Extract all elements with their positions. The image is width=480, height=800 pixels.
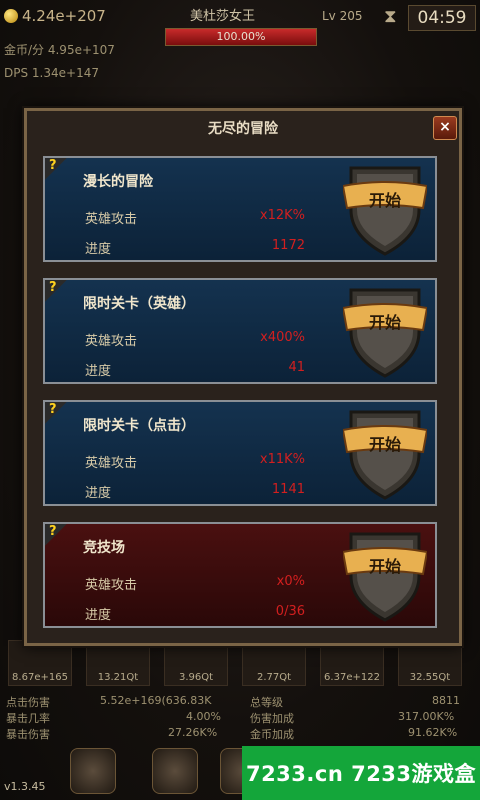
attack-label: 英雄攻击 [85,578,138,593]
progress-value: 1172 [271,238,305,253]
total-level-value: 8811 [432,694,460,707]
hero-slot-value: 3.96Qt [178,672,214,683]
hourglass-icon: ⧗ [384,6,397,27]
endless-adventure-dialog: 无尽的冒险 × ? 漫长的冒险 英雄攻击 x12K% 进度 1172 开始 ? … [24,108,462,646]
progress-label: 进度 [85,486,112,501]
boss-hp-bar: 100.00% [165,28,317,46]
mode-name: 漫长的冒险 [83,174,153,190]
mode-name: 竞技场 [83,540,125,556]
attack-label: 英雄攻击 [85,456,138,471]
close-button[interactable]: × [433,116,457,140]
watermark-text: 7233.cn 7233游戏盒 [245,762,477,786]
boss-name: 美杜莎女王 [190,9,256,24]
start-button[interactable]: 开始 [343,286,427,378]
mode-card-limited-click: ? 限时关卡（点击） 英雄攻击 x11K% 进度 1141 开始 [43,400,437,506]
mode-name: 限时关卡（英雄） [83,296,195,312]
watermark: 7233.cn 7233游戏盒 [242,746,480,800]
mode-name: 限时关卡（点击） [83,418,195,434]
crit-chance-value: 4.00% [186,710,221,723]
hero-slot[interactable]: 6.37e+122 [320,640,384,686]
stats-panel: 点击伤害 5.52e+169(636.83K 暴击几率 4.00% 暴击伤害 2… [0,692,480,744]
top-hud: 4.24e+207 美杜莎女王 100.00% Lv 205 ⧗ 04:59 [0,0,480,46]
start-button[interactable]: 开始 [343,408,427,500]
progress-value: 1141 [271,482,305,497]
progress-label: 进度 [85,242,112,257]
hero-slot[interactable]: 32.55Qt [398,640,462,686]
hero-slot[interactable]: 3.96Qt [164,640,228,686]
help-icon[interactable]: ? [45,158,67,180]
click-damage-label: 点击伤害 [6,696,50,709]
damage-bonus-label: 伤害加成 [250,712,294,725]
total-level-label: 总等级 [250,696,283,709]
start-label: 开始 [368,435,401,454]
attack-label: 英雄攻击 [85,334,138,349]
timer: 04:59 [408,5,476,31]
progress-value: 0/36 [275,604,305,619]
start-button[interactable]: 开始 [343,164,427,256]
gold-rate: 金币/分 4.95e+107 [4,43,115,57]
attack-value: x400% [260,330,305,345]
start-label: 开始 [368,557,401,576]
gold-total: 4.24e+207 [4,7,106,25]
help-icon[interactable]: ? [45,524,67,546]
progress-label: 进度 [85,608,112,623]
swords-icon[interactable] [70,748,116,794]
gold-total-value: 4.24e+207 [22,7,106,25]
click-damage-value: 5.52e+169(636.83K [100,694,212,707]
crit-damage-value: 27.26K% [168,726,218,739]
attack-label: 英雄攻击 [85,212,138,227]
hero-slot[interactable]: 8.67e+165 [8,640,72,686]
hero-slot[interactable]: 13.21Qt [86,640,150,686]
crit-chance-label: 暴击几率 [6,712,50,725]
damage-bonus-value: 317.00K% [398,710,455,723]
progress-value: 41 [288,360,305,375]
hero-slot-value: 13.21Qt [97,672,139,683]
progress-label: 进度 [85,364,112,379]
hero-slot[interactable]: 2.77Qt [242,640,306,686]
attack-value: x0% [276,574,305,589]
boss-hp-text: 100.00% [216,30,266,43]
hero-slot-value: 6.37e+122 [324,672,380,683]
dialog-title: 无尽的冒险 [27,115,459,143]
help-icon[interactable]: ? [45,280,67,302]
start-button[interactable]: 开始 [343,530,427,622]
coin-icon [4,9,18,23]
crit-damage-label: 暴击伤害 [6,728,50,741]
level-label: Lv 205 [322,9,363,23]
mode-card-arena: ? 竞技场 英雄攻击 x0% 进度 0/36 开始 [43,522,437,628]
start-label: 开始 [368,191,401,210]
gold-bonus-label: 金币加成 [250,728,294,741]
attack-value: x12K% [259,208,305,223]
attack-value: x11K% [259,452,305,467]
help-icon[interactable]: ? [45,402,67,424]
start-label: 开始 [368,313,401,332]
helmet-icon[interactable] [152,748,198,794]
gold-bonus-value: 91.62K% [408,726,458,739]
version-label: v1.3.45 [4,780,46,793]
hero-slots: 8.67e+165 13.21Qt 3.96Qt 2.77Qt 6.37e+12… [0,640,480,686]
dps-value: DPS 1.34e+147 [4,66,99,80]
hero-slot-value: 2.77Qt [256,672,292,683]
mode-card-limited-hero: ? 限时关卡（英雄） 英雄攻击 x400% 进度 41 开始 [43,278,437,384]
hero-slot-value: 8.67e+165 [12,672,68,683]
hero-slot-value: 32.55Qt [409,672,451,683]
mode-card-long-adventure: ? 漫长的冒险 英雄攻击 x12K% 进度 1172 开始 [43,156,437,262]
